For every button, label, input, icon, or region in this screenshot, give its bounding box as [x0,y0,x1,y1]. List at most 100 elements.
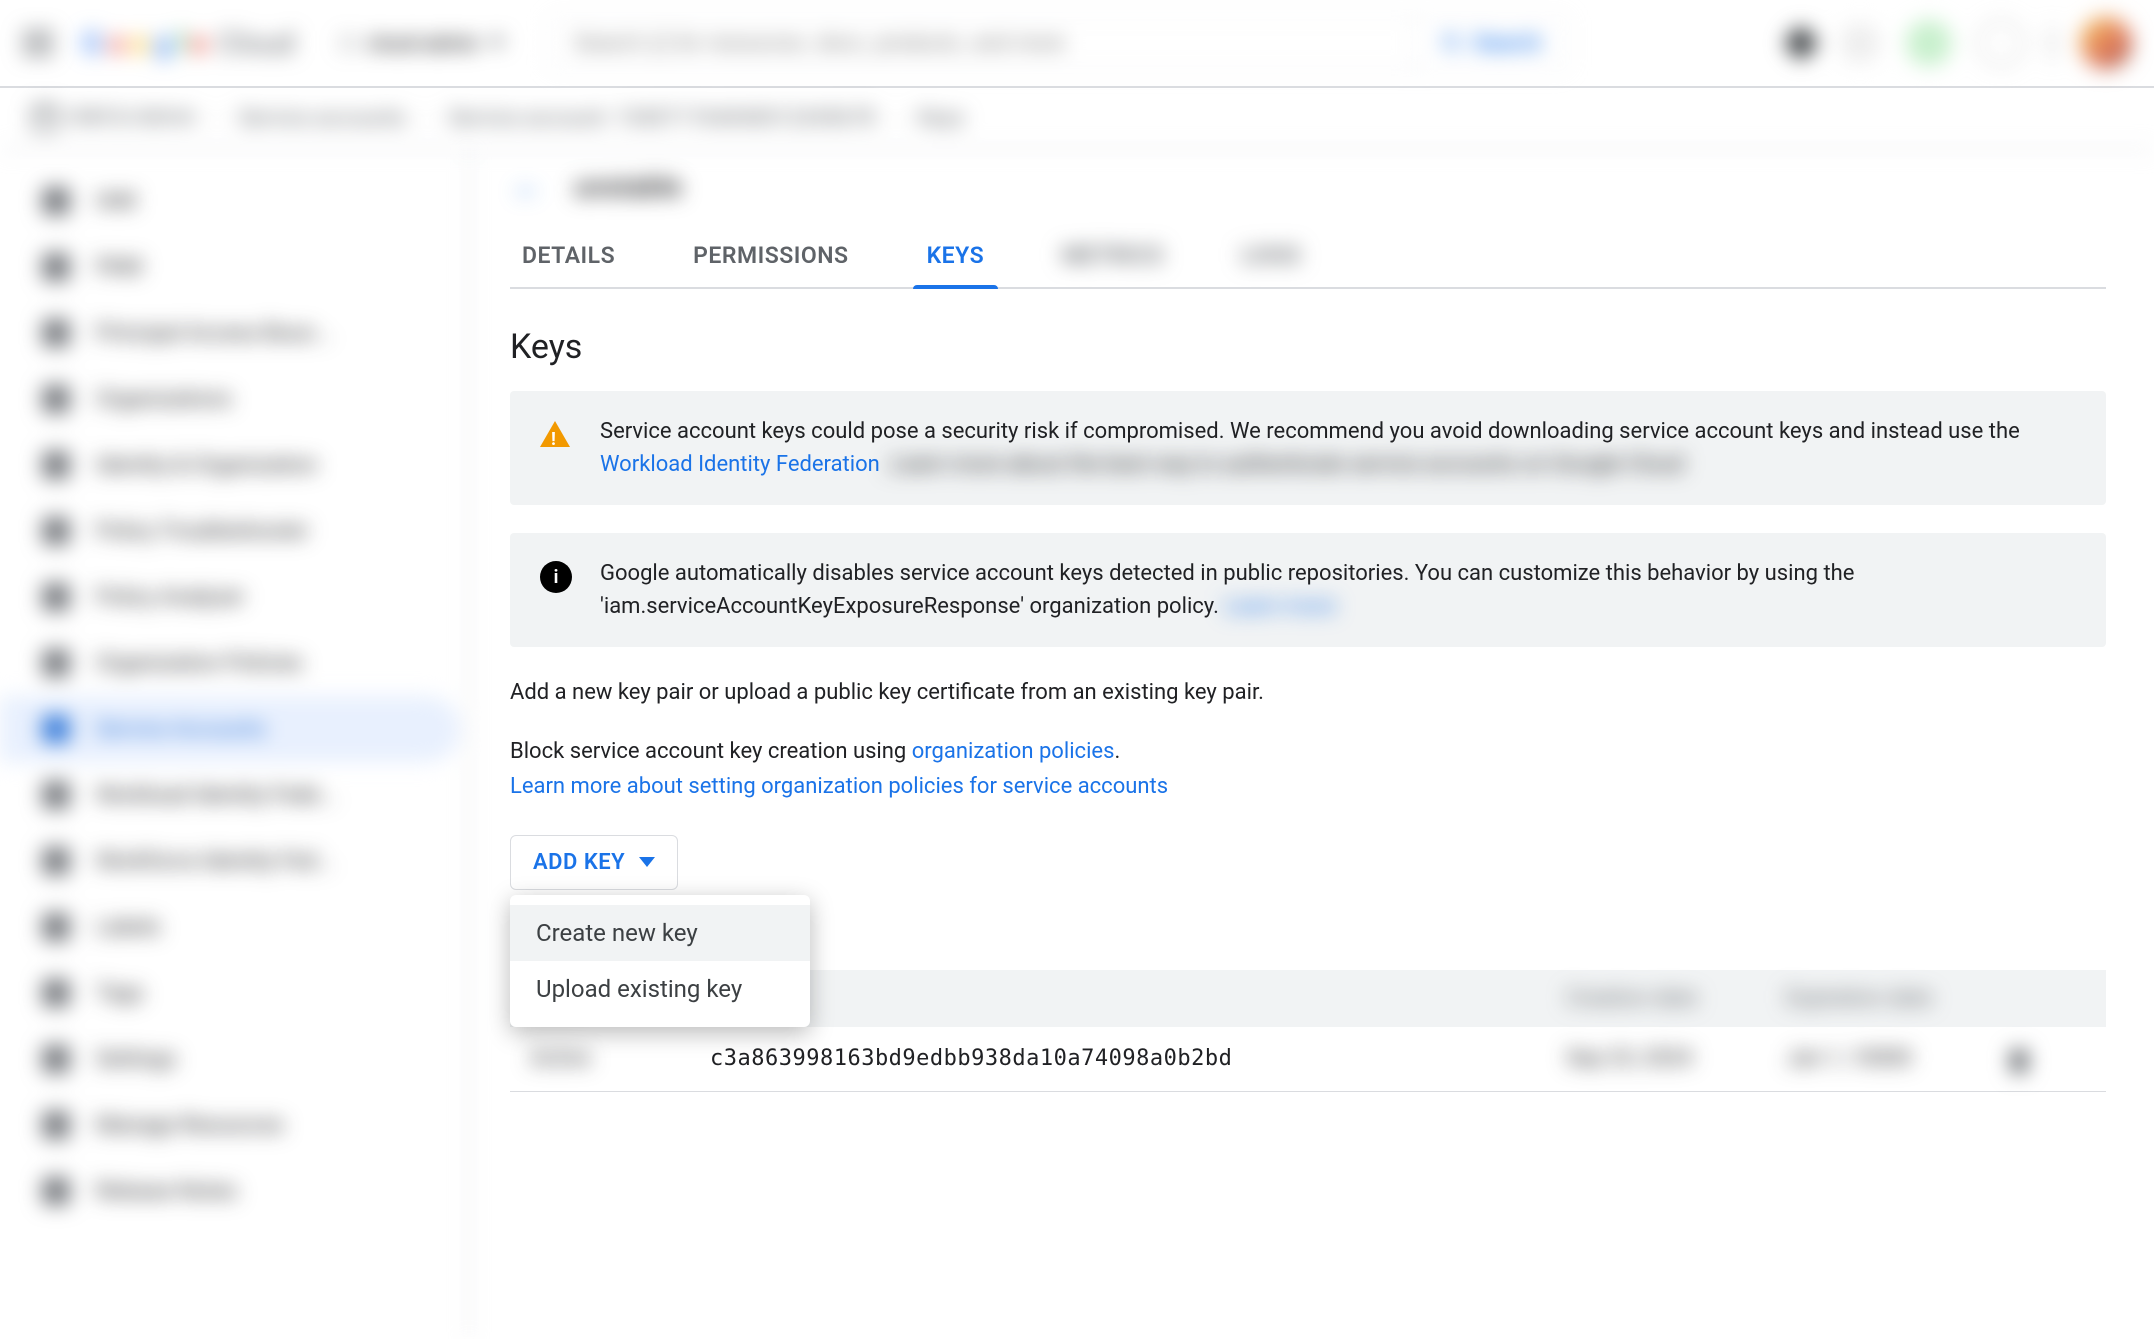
help-text-line-2: Block service account key creation using… [510,734,1760,769]
breadcrumb-root[interactable]: IAM & Admin [32,105,196,131]
dropdown-upload-existing-key[interactable]: Upload existing key [510,961,810,1017]
workforce-icon [42,847,70,875]
banner-info-text: Google automatically disables service ac… [600,557,2076,623]
cell-status: Active [530,1046,710,1071]
service-account-icon [42,715,70,743]
tags-icon [42,979,70,1007]
id-icon [42,451,70,479]
col-key: Key [710,986,1566,1011]
sidebar-item-release-notes[interactable]: Release Notes [0,1158,460,1224]
sidebar-item-org-policies[interactable]: Organization Policies [0,630,460,696]
tabs: DETAILS PERMISSIONS KEYS METRICS LOGS [510,224,2106,289]
chevron-down-icon [489,38,505,48]
main-content: ← unstable DETAILS PERMISSIONS KEYS METR… [470,150,2154,1339]
col-expires: Expiration date [1786,986,2006,1011]
breadcrumb-item[interactable]: Service accounts [239,106,406,131]
breadcrumb-item: Keys [918,106,965,131]
sidebar-item-policy-analyzer[interactable]: Policy Analyzer [0,564,460,630]
section-title-keys: Keys [510,327,2106,367]
help-text-line-1: Add a new key pair or upload a public ke… [510,675,1760,710]
tab-permissions[interactable]: PERMISSIONS [689,224,852,287]
search-button-label: Search [1473,31,1542,56]
gear-icon [42,1045,70,1073]
sidebar-item-manage-resources[interactable]: Manage Resources [0,1092,460,1158]
help-text-line-3: Learn more about setting organization po… [510,769,1760,804]
warning-icon [540,419,572,451]
sidebar-item-iam[interactable]: IAM [0,168,460,234]
link-org-policies[interactable]: organization policies [912,739,1115,764]
banner-security-warning: Service account keys could pose a securi… [510,391,2106,505]
sidebar-item-service-accounts[interactable]: Service Accounts [0,696,460,762]
cell-expires: Jan 1, 10000 [1786,1046,2006,1071]
tab-metrics[interactable]: METRICS [1058,224,1167,287]
hamburger-menu-icon[interactable] [22,27,54,59]
sidebar-item-labels[interactable]: Labels [0,894,460,960]
col-actions [2006,986,2086,1011]
banner-info: i Google automatically disables service … [510,533,2106,647]
search-button[interactable]: Search [1414,16,1568,70]
project-picker[interactable]: cloud-admin [323,23,521,63]
add-key-button[interactable]: ADD KEY [510,835,678,890]
chevron-down-icon [639,857,655,867]
sidebar-item-policy-troubleshooter[interactable]: Policy Troubleshooter [0,498,460,564]
notifications-icon[interactable] [1840,23,1880,63]
lock-icon [42,253,70,281]
col-created: Creation date [1566,986,1786,1011]
breadcrumb: IAM & Admin › Service accounts › Service… [0,88,2154,150]
trash-icon [2006,1045,2032,1073]
gemini-icon[interactable] [1783,25,1820,62]
layout: IAM PAM Principal Access Boun... Organiz… [0,150,2154,1339]
policies-icon [42,649,70,677]
link-learn-more-policies[interactable]: Learn more about setting organization po… [510,774,1168,799]
account-avatar[interactable] [2080,17,2132,69]
link-learn-more-exposure[interactable]: Learn more [1224,594,1335,619]
project-icon [339,34,357,52]
cell-created: Sep 23, 2024 [1566,1046,1786,1071]
logo-cloud-text: Cloud [217,26,294,61]
google-cloud-logo[interactable]: Google Cloud [82,26,295,61]
org-icon [42,385,70,413]
tab-logs[interactable]: LOGS [1237,224,1304,287]
sidebar-item-pam[interactable]: PAM [0,234,460,300]
dropdown-create-new-key[interactable]: Create new key [510,905,810,961]
analyzer-icon [42,583,70,611]
boundary-icon [42,319,70,347]
workload-icon [42,781,70,809]
banner-warning-text: Service account keys could pose a securi… [600,415,2076,481]
project-name: cloud-admin [367,31,479,55]
sidebar-item-identity-org[interactable]: Identity & Organization [0,432,460,498]
search-input[interactable] [550,30,1414,56]
help-text: Add a new key pair or upload a public ke… [510,675,1760,805]
back-arrow-icon[interactable]: ← [510,168,546,204]
topbar: Google Cloud cloud-admin Search [0,0,2154,88]
info-icon: i [540,561,572,593]
table-row: Active c3a863998163bd9edbb938da10a74098a… [510,1027,2106,1092]
sidebar: IAM PAM Principal Access Boun... Organiz… [0,150,470,1339]
utilities-icon[interactable] [1978,20,2024,66]
global-search[interactable]: Search [549,15,1569,71]
iam-admin-icon [32,105,58,131]
add-key-label: ADD KEY [533,850,625,875]
link-workload-identity[interactable]: Workload Identity Federation [600,452,880,477]
tab-details[interactable]: DETAILS [518,224,619,287]
labels-icon [42,913,70,941]
service-account-title: unstable [574,170,682,203]
help-icon[interactable] [1906,20,1952,66]
divider [2050,26,2054,60]
resources-icon [42,1111,70,1139]
notes-icon [42,1177,70,1205]
sidebar-item-pab[interactable]: Principal Access Boun... [0,300,460,366]
cell-delete[interactable] [2006,1045,2086,1073]
sidebar-item-orgs[interactable]: Organizations [0,366,460,432]
topbar-right [1788,17,2132,69]
sidebar-item-settings[interactable]: Settings [0,1026,460,1092]
sidebar-item-workload-identity[interactable]: Workload Identity Fede... [0,762,460,828]
cell-key: c3a863998163bd9edbb938da10a74098a0b2bd [710,1046,1566,1071]
sidebar-item-workforce-identity[interactable]: Workforce Identity Fed... [0,828,460,894]
tab-keys[interactable]: KEYS [923,224,989,287]
people-icon [42,187,70,215]
breadcrumb-item[interactable]: Service account: 154071764040012345678 [449,106,875,131]
add-key-wrapper: ADD KEY Create new key Upload existing k… [510,835,678,890]
troubleshoot-icon [42,517,70,545]
sidebar-item-tags[interactable]: Tags [0,960,460,1026]
